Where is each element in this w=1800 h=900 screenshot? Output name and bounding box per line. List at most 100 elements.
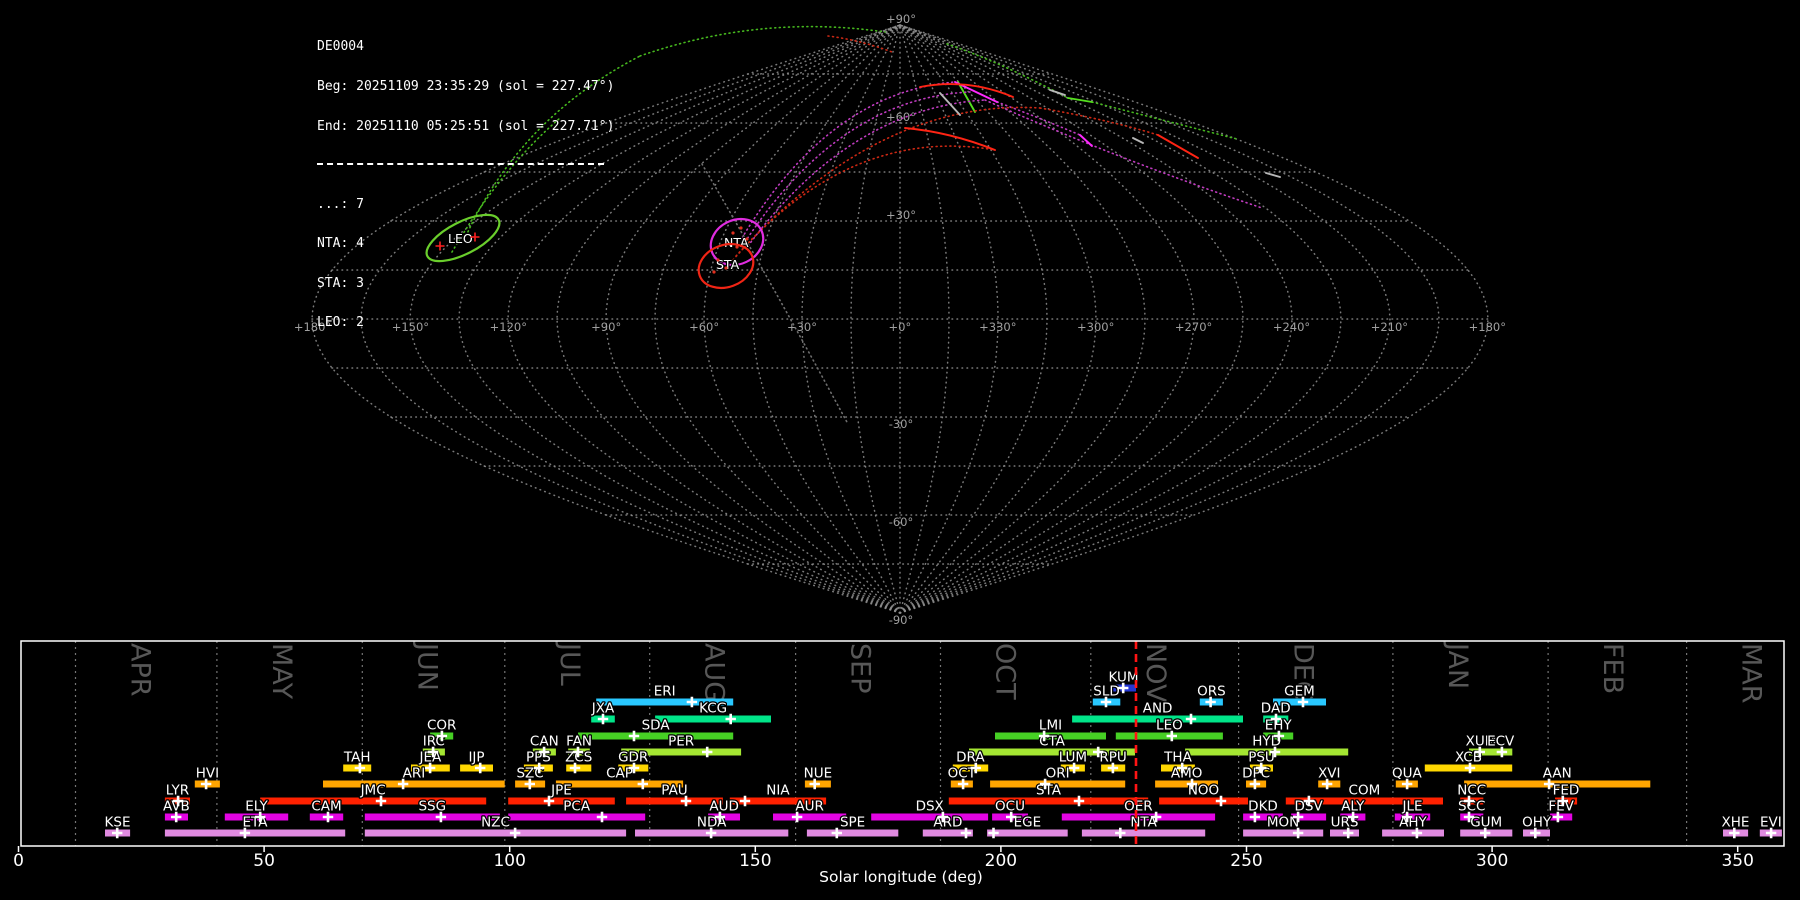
- radiant-drift-track: [701, 163, 849, 425]
- shower-bar-JMC: [260, 797, 487, 805]
- meteor-trail: [1079, 134, 1093, 147]
- shower-peak-marker-EGE: [988, 827, 999, 839]
- meteor-trail: [1049, 89, 1066, 96]
- shower-label-THA: THA: [1163, 750, 1192, 766]
- x-tick-label: 300: [1476, 851, 1508, 871]
- session-begin: Beg: 20251109 23:35:29 (sol = 227.47°): [317, 79, 615, 95]
- shower-label-SDA: SDA: [642, 718, 671, 734]
- meteor-trail: [1157, 134, 1199, 159]
- shower-ellipse-label-STA: STA: [716, 257, 740, 272]
- radiant-scatter-dot: [716, 258, 720, 262]
- month-label-AUG: AUG: [699, 643, 730, 702]
- shower-bar-SPE: [806, 829, 899, 837]
- shower-label-TAH: TAH: [343, 750, 371, 766]
- shower-label-DKD: DKD: [1248, 799, 1278, 815]
- x-tick-label: 200: [985, 851, 1017, 871]
- month-label-SEP: SEP: [845, 643, 876, 693]
- map-latitude-label: +30°: [886, 208, 916, 222]
- shower-bar-KCG: [655, 715, 771, 723]
- month-label-JUL: JUL: [554, 641, 585, 686]
- shower-label-JLE: JLE: [1401, 799, 1422, 815]
- month-label-FEB: FEB: [1597, 643, 1628, 694]
- month-label-NOV: NOV: [1140, 643, 1171, 703]
- map-longitude-label: +270°: [1175, 320, 1212, 334]
- shower-label-DSX: DSX: [916, 799, 944, 815]
- map-longitude-label: +60°: [689, 320, 719, 334]
- map-longitude-label: +30°: [787, 320, 817, 334]
- shower-peak-marker-ERI: [686, 696, 698, 708]
- map-longitude-label: +240°: [1273, 320, 1310, 334]
- shower-label-PCA: PCA: [563, 799, 591, 815]
- meteor-trail: [939, 92, 961, 116]
- sky-map-and-activity-chart: +180° +150° +120° +90° +60° +30° +0° +330° +300°…: [13, 12, 1785, 886]
- month-label-JAN: JAN: [1442, 641, 1473, 689]
- shower-bar-SSG: [364, 813, 500, 821]
- shower-bar-SDA: [578, 732, 734, 740]
- radiant-drift-track: [747, 99, 986, 247]
- shower-bar-AUR: [773, 813, 847, 821]
- x-tick-label: 100: [493, 851, 525, 871]
- shower-label-AND: AND: [1143, 701, 1173, 717]
- shower-bar-PCA: [508, 813, 646, 821]
- shower-bar-NZC: [364, 829, 627, 837]
- shower-peak-marker-NIA: [739, 795, 751, 807]
- session-info: DE0004 Beg: 20251109 23:35:29 (sol = 227…: [317, 14, 614, 356]
- shower-label-OHY: OHY: [1522, 815, 1552, 831]
- shower-label-GEM: GEM: [1284, 684, 1315, 700]
- shower-label-ARI: ARI: [403, 766, 426, 782]
- shower-label-PER: PER: [668, 734, 694, 750]
- radiant-scatter-dot: [731, 231, 735, 235]
- map-longitude-label: +300°: [1077, 320, 1114, 334]
- shower-label-ORI: ORI: [1046, 766, 1070, 782]
- radiant-scatter-dot: [735, 245, 739, 249]
- map-longitude-label: +180°: [1469, 320, 1506, 334]
- map-longitude-label: +0°: [889, 320, 912, 334]
- radiant-scatter-dot: [724, 266, 728, 270]
- shower-label-ELY: ELY: [245, 799, 268, 815]
- shower-label-NUE: NUE: [804, 766, 833, 782]
- month-label-OCT: OCT: [990, 643, 1021, 700]
- month-label-MAY: MAY: [266, 643, 297, 700]
- count-leo: LEO: 2: [317, 315, 364, 331]
- x-tick-label: 150: [739, 851, 771, 871]
- x-tick-label: 350: [1721, 851, 1753, 871]
- x-tick-label: 50: [253, 851, 275, 871]
- shower-label-AUD: AUD: [709, 799, 739, 815]
- shower-label-CAM: CAM: [311, 799, 341, 815]
- count-sporadic: ...: 7: [317, 196, 364, 212]
- shower-bar-MON: [1243, 829, 1324, 837]
- shower-label-NCC: NCC: [1457, 783, 1486, 799]
- shower-label-SPE: SPE: [840, 815, 865, 831]
- count-nta: NTA: 4: [317, 236, 364, 252]
- shower-bar-STA: [948, 797, 1149, 805]
- month-label-JUN: JUN: [411, 641, 442, 691]
- shower-label-NZC: NZC: [481, 815, 510, 831]
- separator-line: [317, 163, 604, 166]
- shower-peak-marker-NTA: [1115, 827, 1126, 839]
- shower-label-IJP: IJP: [468, 750, 484, 766]
- activity-chart: APR MAY JUN JUL AUG SEP OCT NOV DEC JAN FEB MARKUME…: [13, 640, 1785, 886]
- shower-bar-EGE: [987, 829, 1068, 837]
- meteor-trail: [1265, 172, 1281, 178]
- month-label-APR: APR: [125, 643, 156, 697]
- shower-bar-ETA: [164, 829, 346, 837]
- shower-label-JPE: JPE: [550, 783, 572, 799]
- shower-peak-marker-PER: [702, 746, 713, 758]
- shower-label-LMI: LMI: [1039, 718, 1062, 734]
- shower-bar-NOO: [1159, 797, 1248, 805]
- shower-label-OER: OER: [1124, 799, 1153, 815]
- station-id: DE0004: [317, 39, 364, 55]
- shower-label-XVI: XVI: [1318, 766, 1340, 782]
- session-end: End: 20251110 05:25:51 (sol = 227.71°): [317, 118, 615, 134]
- shower-label-PAU: PAU: [661, 783, 687, 799]
- map-latitude-label: -60°: [889, 515, 914, 529]
- radiant-drift-track: [984, 99, 1263, 209]
- map-longitude-label: +330°: [979, 320, 1016, 334]
- shower-label-LEO: LEO: [1156, 718, 1183, 734]
- map-latitude-label: -30°: [889, 417, 914, 431]
- x-axis-title: Solar longitude (deg): [819, 868, 983, 886]
- shower-label-EGE: EGE: [1014, 815, 1042, 831]
- count-sta: STA: 3: [317, 275, 364, 291]
- shower-label-AAN: AAN: [1543, 766, 1572, 782]
- shower-label-AUR: AUR: [795, 799, 824, 815]
